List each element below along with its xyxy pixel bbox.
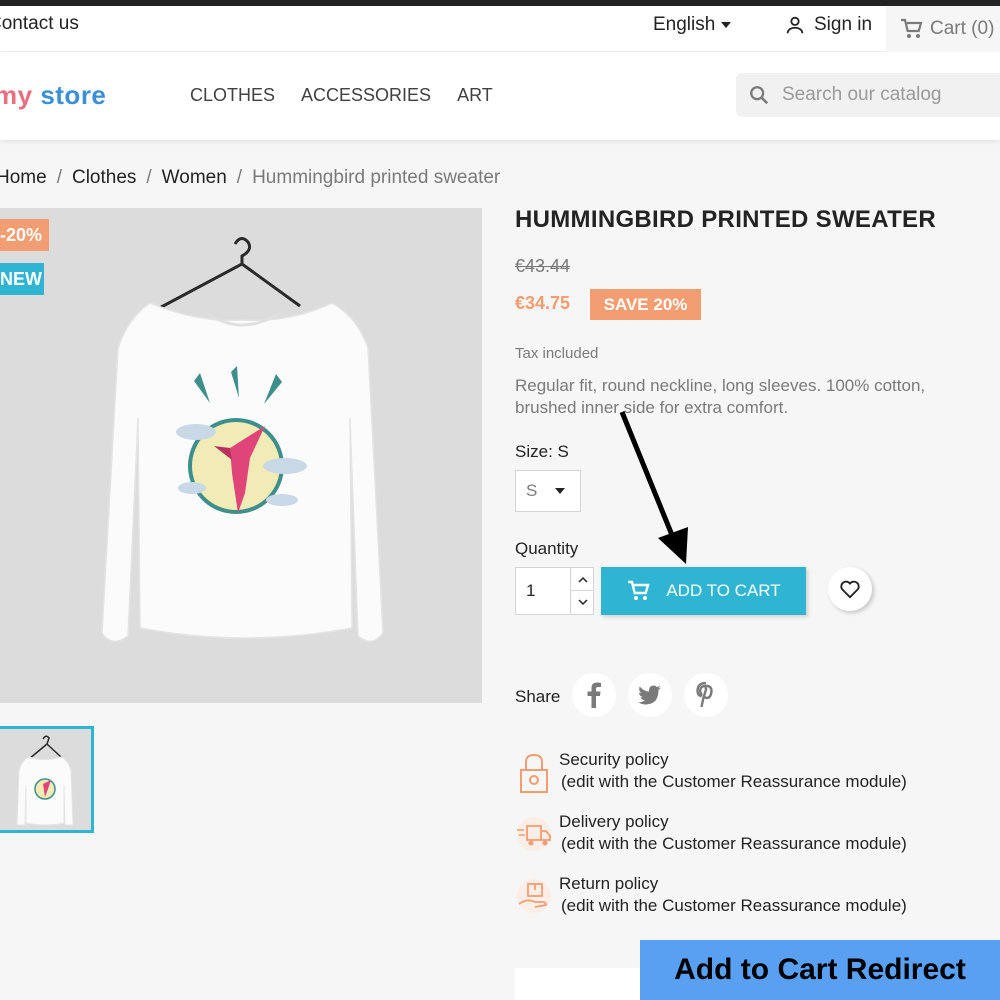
search-box [736,73,1000,117]
chevron-down-icon [577,599,588,606]
size-label: Size: S [515,442,569,461]
quantity-decrease-button[interactable] [570,591,594,614]
share-label: Share [515,687,561,706]
cart-link[interactable]: Cart (0) [886,6,1000,52]
quantity-stepper [515,567,594,615]
chevron-up-icon [577,576,588,583]
logo-text-my: my [0,80,33,110]
store-logo[interactable]: my store [0,80,106,111]
logo-text-store: store [40,80,107,110]
breadcrumb: Home / Clothes / Women / Hummingbird pri… [0,167,500,189]
breadcrumb-current: Hummingbird printed sweater [252,167,501,188]
sweater-illustration [101,237,384,642]
search-icon[interactable] [748,84,770,106]
breadcrumb-separator: / [236,167,243,188]
search-input[interactable] [782,84,1000,106]
discount-badge: SAVE 20% [590,289,701,320]
breadcrumb-separator: / [56,167,62,188]
wishlist-button[interactable] [828,567,872,611]
size-select[interactable]: S [515,470,581,512]
twitter-icon [638,685,661,705]
return-box-icon [517,879,551,913]
product-cover-image[interactable] [0,208,482,703]
current-price: €34.75 [515,293,571,313]
product-title: HUMMINGBIRD PRINTED SWEATER [515,206,936,233]
language-label: English [653,14,716,35]
facebook-share-button[interactable] [572,673,616,717]
menu-item-art[interactable]: ART [457,85,493,106]
add-to-cart-label: ADD TO CART [666,581,781,600]
heart-icon [840,580,860,599]
delivery-policy-title: Delivery policy [559,812,669,831]
menu-item-accessories[interactable]: ACCESSORIES [301,85,431,106]
twitter-share-button[interactable] [628,673,672,717]
main-menu: CLOTHES ACCESSORIES ART [190,85,493,106]
security-policy-title: Security policy [559,750,669,769]
security-policy: Security policy (edit with the Customer … [515,750,945,802]
cart-icon [628,580,650,600]
caret-down-icon [721,21,732,28]
quantity-input[interactable] [516,568,570,614]
sign-in-label: Sign in [814,14,873,35]
product-thumbnail[interactable] [0,726,94,833]
discount-flag: -20% [0,219,49,251]
pinterest-icon [696,682,713,708]
sign-in-link[interactable]: Sign in [784,14,872,36]
tax-label: Tax included [515,345,599,362]
thumbnail-illustration [16,735,74,826]
cart-icon [901,18,923,38]
menu-item-clothes[interactable]: CLOTHES [190,85,275,106]
breadcrumb-clothes[interactable]: Clothes [72,167,136,189]
delivery-policy: Delivery policy (edit with the Customer … [515,812,945,864]
person-icon [786,16,804,34]
cart-label: Cart (0) [930,18,995,39]
facebook-icon [587,682,601,708]
return-policy: Return policy (edit with the Customer Re… [515,874,945,926]
contact-us-link[interactable]: Contact us [0,13,79,35]
product-description: Regular fit, round neckline, long sleeve… [515,376,926,417]
caption-banner: Add to Cart Redirect [640,940,1000,1000]
header: my store CLOTHES ACCESSORIES ART [0,52,1000,140]
breadcrumb-home[interactable]: Home [0,167,47,189]
add-to-cart-button[interactable]: ADD TO CART [601,567,806,615]
caret-down-icon [555,488,566,494]
delivery-policy-subtitle: (edit with the Customer Reassurance modu… [561,834,907,853]
breadcrumb-women[interactable]: Women [162,167,227,189]
footer-block-edge [515,968,645,1000]
pinterest-share-button[interactable] [684,673,728,717]
lock-icon [520,753,548,793]
breadcrumb-separator: / [146,167,152,188]
truck-icon [517,817,551,851]
return-policy-subtitle: (edit with the Customer Reassurance modu… [561,896,907,915]
size-select-value: S [526,481,538,500]
new-flag: NEW [0,263,44,295]
security-policy-subtitle: (edit with the Customer Reassurance modu… [561,772,907,791]
top-nav: Contact us English Sign in Cart (0) [0,6,1000,52]
return-policy-title: Return policy [559,874,659,893]
quantity-increase-button[interactable] [570,568,594,591]
language-selector[interactable]: English [653,14,732,36]
regular-price: €43.44 [515,256,571,276]
quantity-label: Quantity [515,539,579,558]
